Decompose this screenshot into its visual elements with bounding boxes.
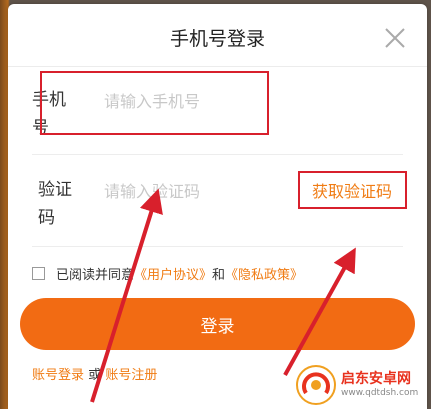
bottom-links: 账号登录 或 账号注册: [32, 364, 157, 383]
user-agreement-link[interactable]: 《用户协议》: [134, 264, 212, 283]
phone-divider: [32, 154, 403, 155]
get-code-highlight-box: [298, 171, 407, 209]
watermark-logo: [296, 364, 336, 405]
login-button[interactable]: 登录: [20, 298, 415, 350]
phone-highlight-box: [40, 71, 269, 135]
privacy-policy-link[interactable]: 《隐私政策》: [225, 264, 303, 283]
agreement-prefix: 已阅读并同意: [56, 268, 135, 283]
watermark-url: www.qdtdsh.com: [341, 387, 419, 398]
register-link[interactable]: 账号注册: [105, 368, 157, 383]
watermark-name: 启东安卓网: [341, 370, 411, 387]
code-divider: [32, 246, 403, 247]
agreement-and: 和: [212, 268, 226, 283]
dialog-header: 手机号登录: [8, 4, 427, 67]
or-text: 或: [88, 368, 102, 383]
code-label: 验证码: [38, 180, 72, 228]
account-login-link[interactable]: 账号登录: [32, 368, 84, 383]
close-icon[interactable]: [383, 26, 407, 50]
agreement-row: 已阅读并同意 《用户协议》 和 《隐私政策》: [32, 264, 303, 283]
dialog-title: 手机号登录: [169, 28, 265, 50]
site-watermark: 启东安卓网 www.qdtdsh.com: [296, 360, 431, 409]
code-input[interactable]: 请输入验证码: [104, 178, 200, 202]
agreement-checkbox[interactable]: [32, 267, 45, 280]
